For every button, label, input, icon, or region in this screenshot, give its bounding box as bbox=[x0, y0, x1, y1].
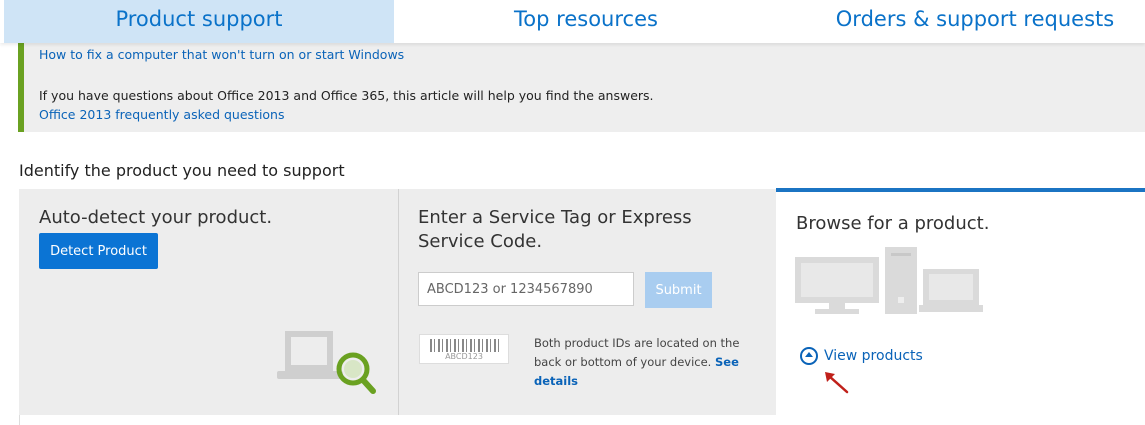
submit-button[interactable]: Submit bbox=[645, 272, 712, 308]
top-navigation: Product support Top resources Orders & s… bbox=[0, 0, 1145, 43]
office-question-text: If you have questions about Office 2013 … bbox=[39, 88, 654, 103]
identify-product-heading: Identify the product you need to support bbox=[19, 161, 345, 180]
barcode-text: ABCD123 bbox=[445, 352, 483, 361]
barcode-bars bbox=[430, 339, 500, 352]
laptop-magnifier-icon bbox=[277, 331, 376, 394]
service-tag-heading: Enter a Service Tag or Express Service C… bbox=[418, 207, 692, 252]
barcode-icon: ABCD123 bbox=[419, 334, 509, 364]
tab-top-resources[interactable]: Top resources bbox=[470, 0, 702, 43]
service-tag-card: Enter a Service Tag or Express Service C… bbox=[399, 189, 776, 415]
auto-detect-heading: Auto-detect your product. bbox=[39, 207, 273, 228]
bottom-strip bbox=[19, 415, 776, 425]
product-ids-note-text: Both product IDs are located on the back… bbox=[534, 336, 740, 369]
tab-product-support[interactable]: Product support bbox=[4, 0, 394, 43]
auto-detect-card: Auto-detect your product. Detect Product bbox=[19, 189, 399, 415]
office-faq-link[interactable]: Office 2013 frequently asked questions bbox=[39, 107, 285, 122]
computers-icon bbox=[795, 247, 983, 314]
service-tag-input[interactable] bbox=[418, 272, 634, 306]
detect-product-button[interactable]: Detect Product bbox=[39, 233, 158, 269]
browse-card: Browse for a product. View products bbox=[776, 188, 1145, 414]
product-ids-note: Both product IDs are located on the back… bbox=[534, 334, 744, 391]
pointer-arrow-icon bbox=[825, 372, 849, 394]
view-products-label: View products bbox=[824, 348, 923, 364]
browse-heading: Browse for a product. bbox=[796, 213, 990, 234]
fix-computer-link[interactable]: How to fix a computer that won't turn on… bbox=[39, 47, 404, 62]
tab-orders-support-requests[interactable]: Orders & support requests bbox=[810, 0, 1140, 43]
notice-panel: How to fix a computer that won't turn on… bbox=[18, 43, 1145, 132]
view-products-link[interactable]: View products bbox=[800, 347, 923, 365]
circle-up-icon bbox=[800, 347, 818, 365]
